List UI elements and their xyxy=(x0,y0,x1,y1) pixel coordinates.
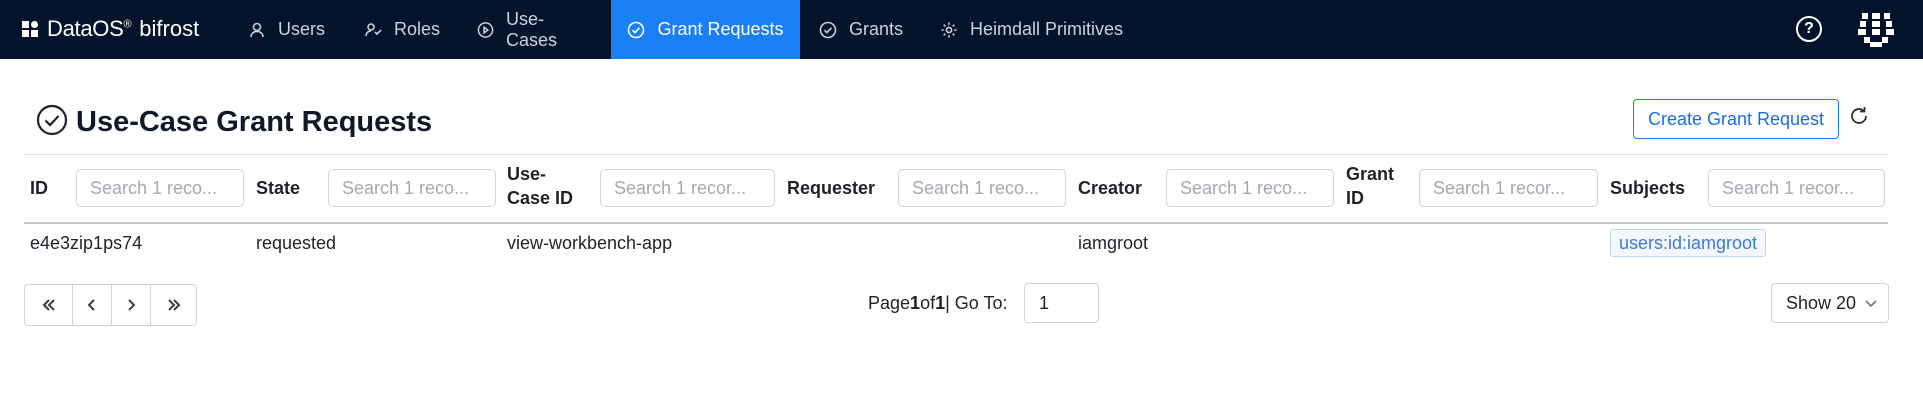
column-header-id[interactable]: ID xyxy=(30,176,48,200)
chevron-left-icon xyxy=(87,299,95,311)
column-header-subjects[interactable]: Subjects xyxy=(1610,176,1685,200)
tab-grants-label: Grants xyxy=(848,19,903,39)
top-navigation-bar: DataOS® bifrost Users Roles Use-Cases Gr… xyxy=(0,0,1923,59)
refresh-icon[interactable] xyxy=(1847,104,1871,128)
chevron-right-icon xyxy=(128,299,136,311)
column-header-use-case-id-line2: Case ID xyxy=(507,188,574,208)
cell-creator: iamgroot xyxy=(1078,233,1149,253)
of-label: of xyxy=(920,292,936,313)
play-circle-icon xyxy=(477,21,494,38)
last-page-button[interactable] xyxy=(151,285,196,325)
goto-page-input[interactable] xyxy=(1024,283,1099,323)
id-filter-input[interactable] xyxy=(76,169,244,207)
page-label: Page xyxy=(868,292,911,313)
subjects-filter-input[interactable] xyxy=(1708,169,1885,207)
cell-use-case-id: view-workbench-app xyxy=(507,233,673,253)
previous-page-button[interactable] xyxy=(73,285,112,325)
grant-id-filter-input[interactable] xyxy=(1419,169,1598,207)
first-page-button[interactable] xyxy=(25,285,73,325)
pagination-controls xyxy=(24,284,197,326)
table-top-border xyxy=(24,154,1888,155)
check-circle-icon xyxy=(819,21,837,38)
brand[interactable]: DataOS® bifrost xyxy=(21,16,199,42)
chevron-down-icon xyxy=(1865,300,1877,308)
roles-icon xyxy=(365,22,382,36)
brand-product: bifrost xyxy=(139,16,200,41)
tab-grant-requests[interactable]: Grant Requests xyxy=(611,0,800,59)
check-circle-icon xyxy=(628,21,645,38)
next-page-button[interactable] xyxy=(112,285,151,325)
gear-icon xyxy=(941,22,957,37)
page-size-label: Show 20 xyxy=(1786,292,1857,313)
table-header-border xyxy=(24,222,1888,224)
tab-grants[interactable]: Grants xyxy=(819,0,903,59)
state-filter-input[interactable] xyxy=(328,169,496,207)
tab-users-label: Users xyxy=(278,19,326,39)
check-circle-icon xyxy=(36,104,68,136)
column-header-grant-id-line1: Grant xyxy=(1346,164,1395,184)
creator-filter-input[interactable] xyxy=(1166,169,1334,207)
tab-roles[interactable]: Roles xyxy=(364,0,442,59)
column-header-use-case-id-line1: Use- xyxy=(507,164,547,184)
column-header-use-case-id[interactable]: Use- Case ID xyxy=(507,162,573,210)
requester-filter-input[interactable] xyxy=(898,169,1066,207)
tab-heimdall-primitives[interactable]: Heimdall Primitives xyxy=(940,0,1125,59)
goto-label: | Go To: xyxy=(945,292,1008,313)
create-grant-request-button[interactable]: Create Grant Request xyxy=(1633,99,1839,139)
tab-roles-label: Roles xyxy=(394,19,441,39)
column-header-requester[interactable]: Requester xyxy=(787,176,875,200)
page-size-select[interactable]: Show 20 xyxy=(1771,283,1889,323)
tab-heimdall-primitives-label: Heimdall Primitives xyxy=(970,19,1124,39)
chevrons-left-icon xyxy=(42,299,55,311)
column-header-grant-id[interactable]: Grant ID xyxy=(1346,162,1394,210)
dataos-logo-icon xyxy=(22,21,38,37)
total-pages: 1 xyxy=(935,292,946,313)
brand-name: DataOS® xyxy=(47,16,132,41)
chevrons-right-icon xyxy=(167,299,180,311)
tab-use-cases[interactable]: Use-Cases xyxy=(477,0,590,59)
help-button[interactable]: ? xyxy=(1796,16,1822,42)
page-indicator: Page 1 of 1 | Go To: xyxy=(868,290,1007,316)
current-page: 1 xyxy=(910,292,921,313)
column-header-grant-id-line2: ID xyxy=(1346,188,1364,208)
subject-tag[interactable]: users:id:iamgroot xyxy=(1610,229,1767,257)
cell-id: e4e3zip1ps74 xyxy=(30,233,143,253)
cell-state: requested xyxy=(256,233,337,253)
tab-grant-requests-label: Grant Requests xyxy=(657,19,784,39)
column-header-creator[interactable]: Creator xyxy=(1078,176,1142,200)
column-header-state[interactable]: State xyxy=(256,176,300,200)
tab-users[interactable]: Users xyxy=(248,0,330,59)
help-icon: ? xyxy=(1804,20,1814,37)
use-case-id-filter-input[interactable] xyxy=(600,169,775,207)
user-icon xyxy=(250,22,264,37)
tab-use-cases-label: Use-Cases xyxy=(505,8,558,50)
avatar[interactable] xyxy=(1856,9,1896,49)
page-title: Use-Case Grant Requests xyxy=(76,106,433,138)
